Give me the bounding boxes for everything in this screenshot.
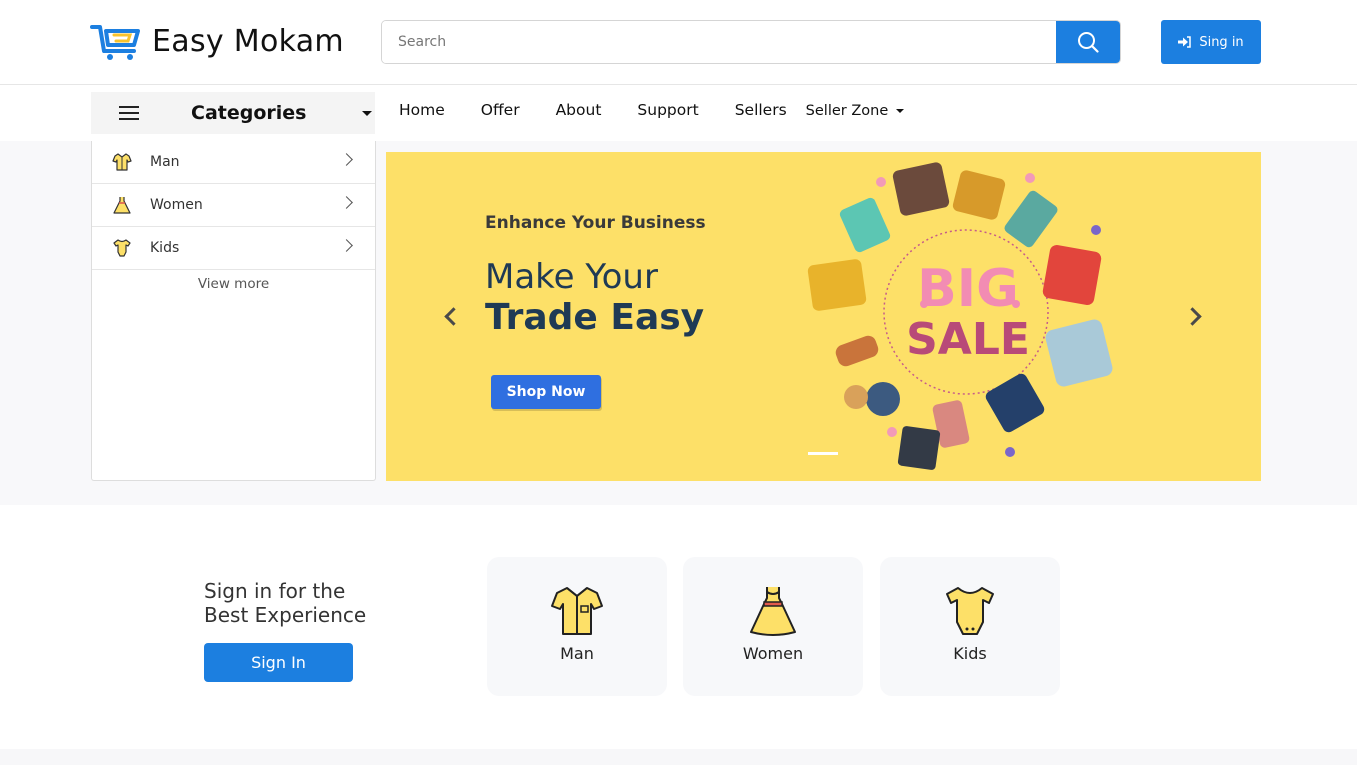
- promo-line2: Best Experience: [204, 603, 367, 627]
- promo-signin-button[interactable]: Sign In: [204, 643, 353, 682]
- nav-link-about[interactable]: About: [556, 101, 602, 119]
- seller-zone-label: Seller Zone: [805, 102, 889, 119]
- brand-logo[interactable]: Easy Mokam: [90, 20, 344, 62]
- promo-line1: Sign in for the: [204, 579, 346, 603]
- category-card-man[interactable]: Man: [487, 557, 667, 696]
- baby-bodysuit-icon: [113, 239, 131, 257]
- search-bar: [381, 20, 1121, 64]
- search-button[interactable]: [1056, 21, 1120, 63]
- sale-word-sale: SALE: [906, 314, 1030, 365]
- chevron-right-icon: [340, 153, 353, 166]
- header-signin-button[interactable]: Sing in: [1161, 20, 1261, 64]
- category-item-kids[interactable]: Kids: [92, 227, 375, 270]
- hero-banner-carousel: Enhance Your Business Make Your Trade Ea…: [386, 152, 1261, 481]
- main-nav: Categories Home Offer About Support Sell…: [0, 85, 1357, 141]
- baby-bodysuit-icon: [946, 587, 994, 635]
- shirt-icon: [112, 153, 132, 171]
- category-sidebar: Man Women Kids View more: [91, 141, 376, 481]
- footer-strip: [0, 749, 1357, 765]
- category-label: Women: [150, 197, 203, 213]
- category-item-man[interactable]: Man: [92, 141, 375, 184]
- shop-now-button[interactable]: Shop Now: [491, 375, 601, 409]
- brand-name: Easy Mokam: [152, 23, 344, 59]
- caret-down-icon: [896, 108, 905, 113]
- nav-link-sellers[interactable]: Sellers: [735, 101, 787, 119]
- dress-icon: [750, 587, 796, 636]
- top-header: Easy Mokam Sing in: [0, 0, 1357, 85]
- categories-title: Categories: [191, 102, 307, 124]
- chevron-right-icon: [340, 239, 353, 252]
- big-sale-illustration: BIG SALE: [807, 162, 1113, 470]
- category-item-women[interactable]: Women: [92, 184, 375, 227]
- dress-icon: [113, 197, 131, 214]
- caret-down-icon: [362, 111, 372, 116]
- carousel-next-arrow-icon[interactable]: [1186, 307, 1202, 323]
- categories-toggle[interactable]: Categories: [91, 92, 375, 134]
- shirt-icon: [551, 587, 603, 635]
- nav-link-support[interactable]: Support: [637, 101, 698, 119]
- banner-headline-line2: Trade Easy: [485, 297, 705, 338]
- carousel-prev-arrow-icon[interactable]: [444, 307, 460, 323]
- category-card-label: Man: [560, 644, 594, 663]
- sign-in-icon: [1178, 36, 1192, 48]
- view-more-link[interactable]: View more: [92, 276, 375, 292]
- sale-word-big: BIG: [917, 259, 1019, 319]
- signin-promo-text: Sign in for the Best Experience: [204, 579, 424, 627]
- nav-links: Home Offer About Support Sellers Seller …: [399, 101, 905, 119]
- carousel-indicator-active[interactable]: [808, 452, 838, 455]
- category-label: Man: [150, 154, 180, 170]
- category-card-women[interactable]: Women: [683, 557, 863, 696]
- category-promo-section: [0, 505, 1357, 749]
- banner-headline-line1: Make Your: [485, 257, 658, 297]
- category-card-label: Women: [742, 644, 804, 663]
- nav-link-offer[interactable]: Offer: [481, 101, 520, 119]
- seller-zone-dropdown[interactable]: Seller Zone: [806, 103, 905, 119]
- search-icon: [1078, 32, 1099, 53]
- chevron-right-icon: [340, 196, 353, 209]
- banner-subtitle: Enhance Your Business: [485, 213, 706, 233]
- search-input[interactable]: [382, 21, 1056, 63]
- hamburger-menu-icon: [119, 106, 139, 120]
- nav-link-home[interactable]: Home: [399, 101, 445, 119]
- category-card-label: Kids: [953, 644, 987, 663]
- header-signin-label: Sing in: [1199, 34, 1244, 50]
- category-label: Kids: [150, 240, 180, 256]
- cart-logo-icon: [90, 25, 140, 60]
- category-card-kids[interactable]: Kids: [880, 557, 1060, 696]
